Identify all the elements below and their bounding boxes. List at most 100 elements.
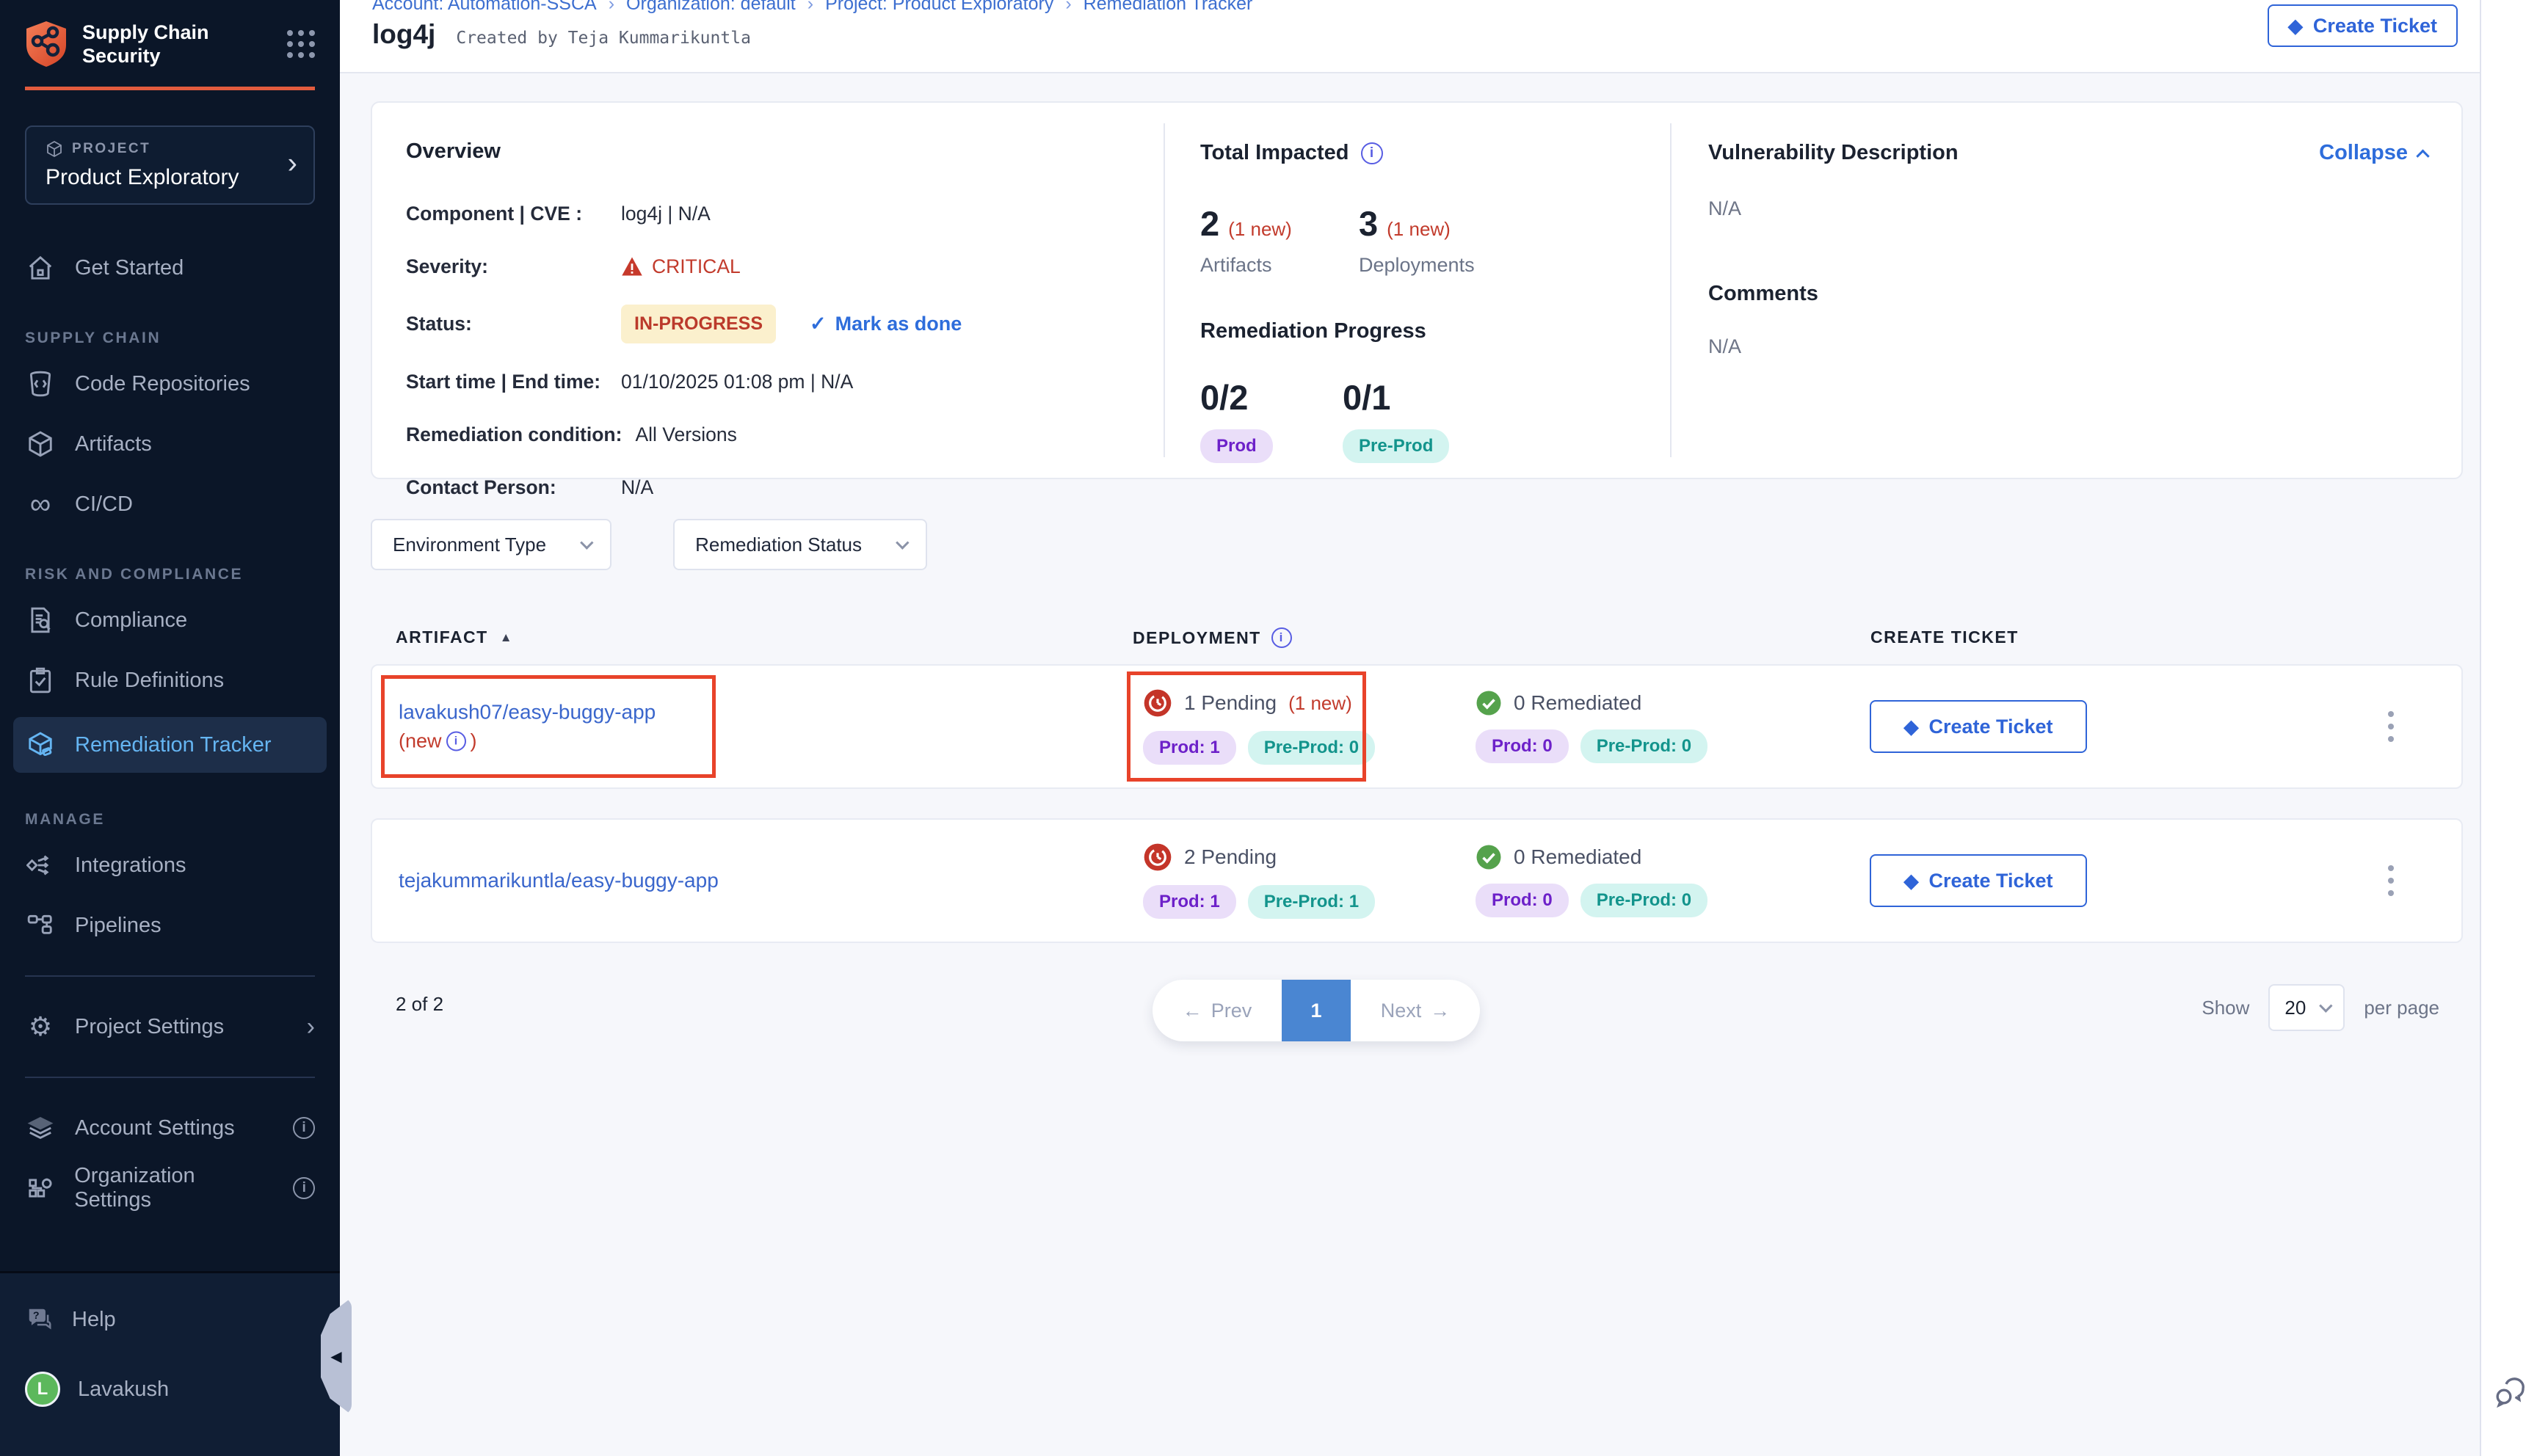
artifact-link[interactable]: lavakush07/easy-buggy-app [399, 701, 656, 724]
column-artifact[interactable]: ARTIFACT ▲ [396, 627, 513, 647]
sidebar-item-compliance[interactable]: Compliance [25, 597, 315, 644]
overview-card: Overview Component | CVE : log4j | N/A S… [371, 101, 2463, 479]
sidebar-item-integrations[interactable]: Integrations [25, 842, 315, 889]
sidebar-item-pipelines[interactable]: Pipelines [25, 902, 315, 949]
show-label: Show [2202, 997, 2249, 1019]
sort-asc-icon[interactable]: ▲ [500, 630, 513, 645]
row-menu-kebab-icon[interactable] [2381, 704, 2401, 749]
info-icon[interactable]: i [1361, 142, 1383, 164]
help-chat-icon: ? [25, 1306, 54, 1333]
next-page-button[interactable]: Next → [1351, 980, 1480, 1041]
info-icon[interactable]: i [293, 1117, 315, 1139]
component-cve-value: log4j | N/A [621, 203, 711, 225]
sidebar-item-remediation-tracker[interactable]: Remediation Tracker [13, 717, 327, 773]
sidebar-item-cicd[interactable]: ∞ CI/CD [25, 481, 315, 528]
org-hierarchy-icon [25, 1174, 55, 1202]
support-chat-icon[interactable] [2491, 1377, 2528, 1412]
artifact-new-flag: (new i ) [399, 730, 656, 753]
right-rail [2480, 0, 2537, 1456]
row-menu-kebab-icon[interactable] [2381, 858, 2401, 903]
diamond-icon: ◆ [1903, 871, 1918, 890]
create-ticket-button[interactable]: ◆ Create Ticket [2268, 4, 2458, 47]
app-title: Supply Chain Security [82, 21, 209, 68]
preprod-chip: Pre-Prod: 0 [1580, 729, 1707, 763]
home-icon [25, 254, 56, 282]
preprod-chip: Pre-Prod: 1 [1248, 885, 1375, 919]
sidebar-item-code-repositories[interactable]: Code Repositories [25, 360, 315, 407]
project-selector[interactable]: PROJECT Product Exploratory › [25, 125, 315, 205]
environment-type-filter[interactable]: Environment Type [371, 519, 611, 570]
sidebar-item-organization-settings[interactable]: Organization Settings i [25, 1165, 315, 1212]
pending-new: (1 new) [1288, 692, 1352, 715]
sidebar-item-artifacts[interactable]: Artifacts [25, 421, 315, 467]
layers-gear-icon [25, 1114, 56, 1142]
artifact-link[interactable]: tejakummarikuntla/easy-buggy-app [399, 869, 719, 892]
prod-chip: Prod: 1 [1143, 885, 1236, 919]
sidebar-item-rule-definitions[interactable]: Rule Definitions [25, 657, 315, 704]
help-button[interactable]: ? Help [25, 1306, 315, 1333]
impacted-artifacts-new: (1 new) [1228, 218, 1292, 241]
user-menu[interactable]: L Lavakush [25, 1372, 315, 1407]
integrations-icon [25, 851, 56, 879]
content: Overview Component | CVE : log4j | N/A S… [340, 73, 2480, 1049]
compliance-doc-icon [25, 606, 56, 634]
pending-count: 2 Pending [1184, 845, 1277, 869]
page-header: Account: Automation-SSCA › Organization: d… [340, 0, 2480, 73]
app-grid-icon[interactable] [287, 30, 315, 58]
breadcrumb-separator: › [609, 0, 614, 14]
clipboard-check-icon [25, 666, 56, 694]
breadcrumb-project[interactable]: Project: Product Exploratory [825, 0, 1053, 14]
page-1-button[interactable]: 1 [1282, 980, 1351, 1041]
table-header: ARTIFACT ▲ DEPLOYMENT i CREATE TICKET [371, 627, 2463, 658]
mark-as-done-button[interactable]: ✓ Mark as done [810, 313, 962, 335]
impacted-artifacts-label: Artifacts [1200, 254, 1359, 277]
breadcrumb-current[interactable]: Remediation Tracker [1084, 0, 1253, 14]
info-icon[interactable]: i [1271, 627, 1292, 648]
comments-heading: Comments [1708, 282, 2428, 306]
pending-count: 1 Pending [1184, 691, 1277, 715]
section-risk-and-compliance: RISK AND COMPLIANCE [25, 566, 315, 583]
component-cve-label: Component | CVE : [406, 203, 621, 225]
page-size-select[interactable]: 20 [2268, 984, 2345, 1031]
status-badge: IN-PROGRESS [621, 305, 776, 343]
sidebar-footer: ? Help L Lavakush [0, 1271, 340, 1456]
overview-heading: Overview [406, 139, 1149, 164]
time-value: 01/10/2025 01:08 pm | N/A [621, 371, 853, 393]
breadcrumb-account[interactable]: Account: Automation-SSCA [372, 0, 597, 14]
create-ticket-button[interactable]: ◆ Create Ticket [1870, 700, 2087, 753]
remediation-status-filter[interactable]: Remediation Status [673, 519, 927, 570]
severity-value: CRITICAL [652, 255, 741, 278]
comments-value: N/A [1708, 335, 2428, 358]
prod-chip: Prod: 1 [1143, 731, 1236, 765]
remediation-progress-heading: Remediation Progress [1200, 319, 1648, 343]
sidebar-item-project-settings[interactable]: ⚙ Project Settings › [25, 1003, 315, 1050]
preprod-chip: Pre-Prod [1343, 429, 1449, 463]
section-manage: MANAGE [25, 811, 315, 829]
prod-chip: Prod [1200, 429, 1273, 463]
info-icon[interactable]: i [446, 732, 466, 751]
collapse-button[interactable]: Collapse [2319, 141, 2428, 165]
info-icon[interactable]: i [293, 1177, 315, 1199]
sidebar-divider [25, 975, 315, 977]
sidebar-item-get-started[interactable]: Get Started [25, 244, 315, 291]
chevron-down-icon [896, 536, 909, 549]
breadcrumb-organization[interactable]: Organization: default [626, 0, 796, 14]
condition-value: All Versions [635, 423, 736, 446]
arrow-right-icon: → [1430, 1000, 1450, 1022]
pending-icon [1143, 842, 1172, 872]
check-icon: ✓ [810, 313, 827, 335]
prod-chip: Prod: 0 [1476, 884, 1569, 917]
project-name: Product Exploratory [46, 165, 294, 190]
severity-label: Severity: [406, 255, 621, 278]
avatar: L [25, 1372, 60, 1407]
main-area: Account: Automation-SSCA › Organization: d… [340, 0, 2480, 1456]
prev-page-button[interactable]: ← Prev [1153, 980, 1282, 1041]
remediated-icon [1476, 844, 1502, 870]
pending-icon [1143, 688, 1172, 718]
contact-value: N/A [621, 476, 653, 499]
progress-prod-value: 0/2 [1200, 377, 1343, 418]
column-deployment: DEPLOYMENT i [1133, 627, 1292, 648]
sidebar-item-account-settings[interactable]: Account Settings i [25, 1104, 315, 1151]
chevron-right-icon: › [288, 148, 297, 181]
create-ticket-button[interactable]: ◆ Create Ticket [1870, 854, 2087, 907]
